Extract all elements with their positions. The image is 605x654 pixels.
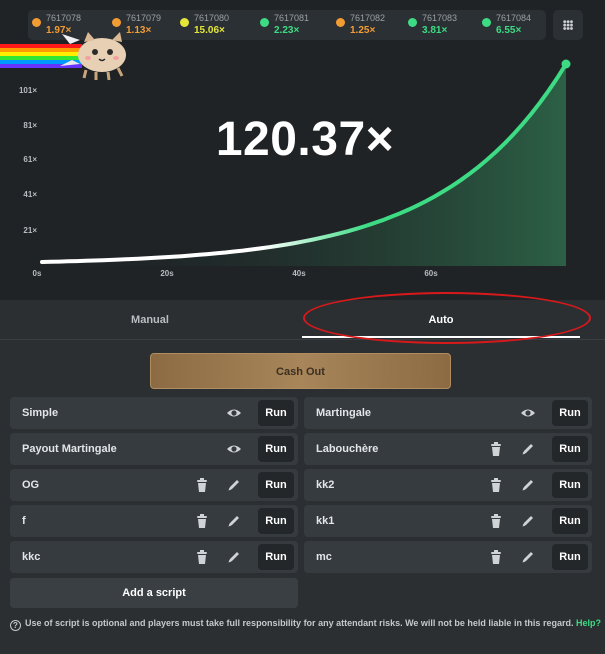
script-name: f — [22, 515, 26, 527]
run-button[interactable]: Run — [258, 436, 294, 462]
current-multiplier: 120.37× — [215, 113, 395, 166]
add-script-button[interactable]: Add a script — [10, 578, 298, 608]
pencil-icon[interactable] — [520, 549, 536, 565]
pencil-icon[interactable] — [226, 477, 242, 493]
script-row: kkc Run — [10, 541, 298, 573]
nyan-cat-icon — [0, 32, 126, 81]
script-row: mc Run — [304, 541, 592, 573]
x-tick-label: 0s — [33, 269, 42, 278]
y-tick-label: 61× — [23, 155, 37, 164]
disclaimer-text: Use of script is optional and players mu… — [25, 618, 574, 628]
trash-icon[interactable] — [488, 477, 504, 493]
script-name: Labouchère — [316, 443, 379, 455]
script-row: Labouchère Run — [304, 433, 592, 465]
script-row: Simple Run — [10, 397, 298, 429]
tab-divider — [0, 339, 605, 340]
tab-auto[interactable]: Auto — [302, 300, 580, 338]
pencil-icon[interactable] — [520, 441, 536, 457]
eye-icon[interactable] — [226, 441, 242, 457]
script-name: kk1 — [316, 515, 335, 527]
pencil-icon[interactable] — [226, 549, 242, 565]
eye-icon[interactable] — [226, 405, 242, 421]
pencil-icon[interactable] — [226, 513, 242, 529]
x-tick-label: 60s — [424, 269, 438, 278]
run-button[interactable]: Run — [552, 400, 588, 426]
pencil-icon[interactable] — [520, 477, 536, 493]
y-tick-label: 101× — [19, 86, 37, 95]
script-name: Payout Martingale — [22, 443, 117, 455]
run-button[interactable]: Run — [258, 544, 294, 570]
help-link[interactable]: Help? — [576, 618, 601, 628]
run-button[interactable]: Run — [552, 508, 588, 534]
script-name: Simple — [22, 407, 59, 419]
y-tick-label: 21× — [23, 226, 37, 235]
trash-icon[interactable] — [194, 477, 210, 493]
eye-icon[interactable] — [520, 405, 536, 421]
crash-graph-panel: 7617078 1.97× 7617079 1.13× 7617080 15.06× 761… — [0, 0, 605, 300]
mode-tabs: Manual Auto — [0, 300, 605, 340]
y-tick-label: 41× — [23, 190, 37, 199]
multiplier-curve-head — [561, 59, 571, 69]
script-row: Martingale Run — [304, 397, 592, 429]
script-name: Martingale — [316, 407, 372, 419]
trash-icon[interactable] — [194, 549, 210, 565]
trash-icon[interactable] — [488, 513, 504, 529]
tab-manual[interactable]: Manual — [0, 300, 300, 338]
run-button[interactable]: Run — [552, 436, 588, 462]
script-row: OG Run — [10, 469, 298, 501]
x-tick-label: 20s — [160, 269, 174, 278]
run-button[interactable]: Run — [258, 508, 294, 534]
script-row: kk1 Run — [304, 505, 592, 537]
question-icon: ? — [10, 620, 21, 631]
script-row: kk2 Run — [304, 469, 592, 501]
trash-icon[interactable] — [488, 549, 504, 565]
y-tick-label: 81× — [23, 121, 37, 130]
run-button[interactable]: Run — [258, 400, 294, 426]
disclaimer: ? Use of script is optional and players m… — [10, 618, 601, 634]
script-name: mc — [316, 551, 332, 563]
x-tick-label: 40s — [292, 269, 306, 278]
script-row: f Run — [10, 505, 298, 537]
run-button[interactable]: Run — [552, 472, 588, 498]
script-name: OG — [22, 479, 40, 491]
script-row: Payout Martingale Run — [10, 433, 298, 465]
trash-icon[interactable] — [488, 441, 504, 457]
pencil-icon[interactable] — [520, 513, 536, 529]
run-button[interactable]: Run — [258, 472, 294, 498]
script-name: kk2 — [316, 479, 335, 491]
run-button[interactable]: Run — [552, 544, 588, 570]
trash-icon[interactable] — [194, 513, 210, 529]
script-name: kkc — [22, 551, 41, 563]
cash-out-button[interactable]: Cash Out — [150, 353, 451, 389]
